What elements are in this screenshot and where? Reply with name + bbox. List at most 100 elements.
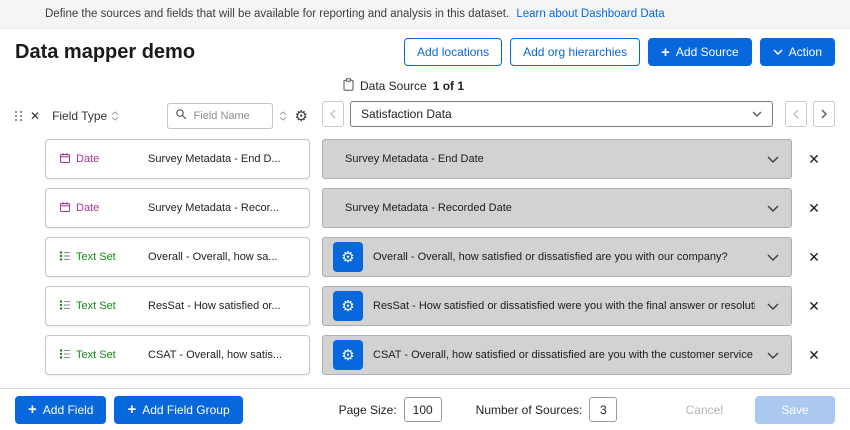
source-toolbar: Satisfaction Data bbox=[322, 101, 835, 127]
field-type: Text Set bbox=[46, 299, 148, 314]
field-card[interactable]: Date Survey Metadata - End D... bbox=[45, 139, 310, 179]
chevron-down-icon[interactable] bbox=[765, 205, 781, 212]
remove-mapping-button[interactable]: ✕ bbox=[803, 250, 825, 264]
field-type-text: Text Set bbox=[76, 251, 116, 263]
title-actions: Add locations Add org hierarchies + Add … bbox=[404, 38, 835, 66]
close-icon[interactable]: ✕ bbox=[30, 110, 40, 122]
source-prev-button[interactable] bbox=[322, 101, 344, 127]
add-source-button[interactable]: + Add Source bbox=[648, 38, 751, 66]
field-type-label: Field Type bbox=[52, 109, 107, 123]
mapped-field-bar[interactable]: ⚙ ResSat - How satisfied or dissatisfied… bbox=[322, 286, 792, 326]
mapped-field-bar[interactable]: ⚙ Overall - Overall, how satisfied or di… bbox=[322, 237, 792, 277]
drag-handle-icon[interactable] bbox=[15, 111, 23, 122]
remove-mapping-button[interactable]: ✕ bbox=[803, 201, 825, 215]
mapped-field-bar[interactable]: Survey Metadata - End Date bbox=[322, 139, 792, 179]
gear-icon: ⚙ bbox=[341, 348, 354, 363]
chevron-down-icon[interactable] bbox=[765, 254, 781, 261]
field-row: Date Survey Metadata - End D... Survey M… bbox=[45, 139, 835, 179]
page-title: Data mapper demo bbox=[15, 41, 195, 64]
field-settings-button[interactable]: ⚙ bbox=[333, 340, 363, 370]
data-mapper-app: Define the sources and fields that will … bbox=[0, 0, 850, 375]
number-of-sources-label: Number of Sources: bbox=[476, 403, 583, 417]
text-set-icon bbox=[59, 299, 71, 314]
field-name: ResSat - How satisfied or... bbox=[148, 300, 289, 312]
field-settings-button[interactable]: ⚙ bbox=[333, 242, 363, 272]
field-type-text: Text Set bbox=[76, 349, 116, 361]
footer-bar: + Add Field + Add Field Group Page Size:… bbox=[0, 388, 850, 430]
field-type-text: Text Set bbox=[76, 300, 116, 312]
field-row: Text Set CSAT - Overall, how satis... ⚙ … bbox=[45, 335, 835, 375]
chevron-down-icon[interactable] bbox=[765, 156, 781, 163]
mapped-field-text: Survey Metadata - Recorded Date bbox=[345, 202, 755, 214]
field-settings-button[interactable]: ⚙ bbox=[333, 291, 363, 321]
data-source-count: 1 of 1 bbox=[433, 79, 464, 93]
data-source-select-value: Satisfaction Data bbox=[361, 107, 452, 121]
action-label: Action bbox=[789, 45, 822, 59]
number-of-sources-group: Number of Sources: bbox=[476, 397, 618, 422]
field-row: Text Set Overall - Overall, how sa... ⚙ … bbox=[45, 237, 835, 277]
gear-icon: ⚙ bbox=[341, 299, 354, 314]
field-type: Text Set bbox=[46, 348, 148, 363]
page-size-input[interactable] bbox=[404, 397, 442, 422]
mapped-field-text: Overall - Overall, how satisfied or diss… bbox=[373, 251, 755, 263]
page-next-button[interactable] bbox=[813, 101, 835, 127]
field-card[interactable]: Text Set ResSat - How satisfied or... bbox=[45, 286, 310, 326]
chevron-down-icon[interactable] bbox=[765, 303, 781, 310]
field-type-text: Date bbox=[76, 202, 99, 214]
title-bar: Data mapper demo Add locations Add org h… bbox=[0, 29, 850, 78]
search-icon bbox=[175, 107, 187, 125]
field-name-search bbox=[167, 103, 273, 129]
info-banner: Define the sources and fields that will … bbox=[0, 0, 850, 29]
field-card[interactable]: Text Set CSAT - Overall, how satis... bbox=[45, 335, 310, 375]
field-type: Text Set bbox=[46, 250, 148, 265]
add-org-hierarchies-button[interactable]: Add org hierarchies bbox=[510, 38, 640, 66]
chevron-down-icon[interactable] bbox=[765, 352, 781, 359]
mapped-field-text: Survey Metadata - End Date bbox=[345, 153, 755, 165]
add-field-button[interactable]: + Add Field bbox=[15, 396, 106, 424]
field-card[interactable]: Text Set Overall - Overall, how sa... bbox=[45, 237, 310, 277]
data-source-select[interactable]: Satisfaction Data bbox=[350, 101, 773, 127]
plus-icon: + bbox=[28, 402, 37, 417]
data-source-label: Data Source bbox=[360, 79, 427, 93]
banner-text: Define the sources and fields that will … bbox=[45, 8, 509, 20]
field-row: Date Survey Metadata - Recor... Survey M… bbox=[45, 188, 835, 228]
calendar-icon bbox=[59, 152, 71, 167]
remove-mapping-button[interactable]: ✕ bbox=[803, 299, 825, 313]
dashboard-data-link[interactable]: Learn about Dashboard Data bbox=[516, 8, 664, 20]
mapped-field-text: CSAT - Overall, how satisfied or dissati… bbox=[373, 349, 755, 361]
mapper-toolbar: ✕ Field Type ⚙ bbox=[15, 101, 835, 129]
add-source-label: Add Source bbox=[676, 45, 739, 59]
chevron-down-icon bbox=[752, 111, 762, 117]
page-prev-button[interactable] bbox=[785, 101, 807, 127]
plus-icon: + bbox=[661, 45, 670, 60]
add-field-label: Add Field bbox=[43, 403, 94, 417]
gear-icon: ⚙ bbox=[341, 250, 354, 265]
field-name: CSAT - Overall, how satis... bbox=[148, 349, 290, 361]
page-size-label: Page Size: bbox=[339, 403, 397, 417]
add-field-group-button[interactable]: + Add Field Group bbox=[114, 396, 242, 424]
data-source-indicator: Data Source 1 of 1 bbox=[343, 78, 835, 94]
field-name: Survey Metadata - End D... bbox=[148, 153, 289, 165]
mapped-field-text: ResSat - How satisfied or dissatisfied w… bbox=[373, 300, 755, 312]
field-card[interactable]: Date Survey Metadata - Recor... bbox=[45, 188, 310, 228]
remove-mapping-button[interactable]: ✕ bbox=[803, 348, 825, 362]
add-locations-button[interactable]: Add locations bbox=[404, 38, 502, 66]
cancel-button[interactable]: Cancel bbox=[680, 402, 729, 418]
number-of-sources-input[interactable] bbox=[589, 397, 617, 422]
sort-icon[interactable] bbox=[111, 111, 119, 121]
remove-mapping-button[interactable]: ✕ bbox=[803, 152, 825, 166]
field-column-toolbar: ✕ Field Type ⚙ bbox=[15, 101, 308, 129]
gear-icon[interactable]: ⚙ bbox=[295, 109, 308, 124]
mapped-field-bar[interactable]: Survey Metadata - Recorded Date bbox=[322, 188, 792, 228]
action-button[interactable]: Action bbox=[760, 38, 835, 66]
field-type-text: Date bbox=[76, 153, 99, 165]
source-pagination bbox=[785, 101, 835, 127]
add-org-hierarchies-label: Add org hierarchies bbox=[523, 45, 627, 59]
field-name: Overall - Overall, how sa... bbox=[148, 251, 286, 263]
mapped-field-bar[interactable]: ⚙ CSAT - Overall, how satisfied or dissa… bbox=[322, 335, 792, 375]
sort-icon[interactable] bbox=[279, 111, 287, 121]
field-name-search-input[interactable] bbox=[192, 109, 265, 123]
save-button[interactable]: Save bbox=[755, 396, 835, 424]
chevron-down-icon bbox=[773, 49, 783, 55]
add-field-group-label: Add Field Group bbox=[142, 403, 229, 417]
